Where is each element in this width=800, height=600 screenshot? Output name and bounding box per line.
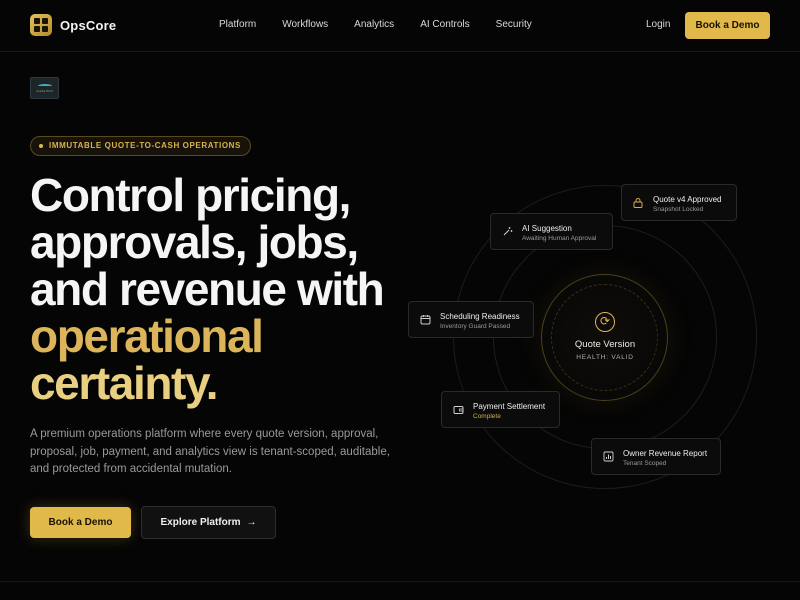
book-demo-button[interactable]: Book a Demo xyxy=(30,507,131,538)
bar-chart-icon xyxy=(602,451,614,463)
headline-line-5: certainty. xyxy=(30,357,219,409)
card-ai-suggestion[interactable]: AI Suggestion Awaiting Human Approval xyxy=(490,213,613,250)
core-status: HEALTH: VALID xyxy=(576,354,634,361)
core-dashed-ring xyxy=(551,284,658,391)
headline-line-3: and revenue with xyxy=(30,263,385,315)
headline-line-1: Control pricing, xyxy=(30,169,351,221)
nav-link-security[interactable]: Security xyxy=(496,19,532,30)
login-link[interactable]: Login xyxy=(646,19,670,30)
nav-link-ai-controls[interactable]: AI Controls xyxy=(420,19,469,30)
card-subtitle: Inventory Guard Passed xyxy=(440,323,511,330)
headline-line-2: approvals, jobs, xyxy=(30,216,359,268)
refresh-icon: ⟳ xyxy=(595,312,615,332)
brand-logo-icon xyxy=(30,14,52,36)
card-subtitle: Snapshot Locked xyxy=(653,206,704,213)
wallet-icon xyxy=(452,404,464,416)
nav-link-platform[interactable]: Platform xyxy=(219,19,256,30)
section-divider xyxy=(0,581,800,582)
quote-pilot-badge-image: Quote Pilot xyxy=(30,77,59,99)
card-subtitle: Complete xyxy=(473,413,501,420)
card-title: Quote v4 Approved xyxy=(653,195,722,204)
card-title: Payment Settlement xyxy=(473,402,546,411)
brand-name: OpsCore xyxy=(60,17,117,33)
card-owner-revenue-report[interactable]: Owner Revenue Report Tenant Scoped xyxy=(591,438,721,475)
lock-icon xyxy=(632,197,644,209)
card-title: Owner Revenue Report xyxy=(623,449,708,458)
nav-link-analytics[interactable]: Analytics xyxy=(354,19,394,30)
card-title: AI Suggestion xyxy=(522,224,572,233)
headline-line-4: operational xyxy=(30,310,264,362)
badge-caption: Quote Pilot xyxy=(36,88,53,93)
arrow-right-icon: → xyxy=(246,517,257,528)
book-demo-nav-button[interactable]: Book a Demo xyxy=(685,12,770,39)
explore-platform-button[interactable]: Explore Platform → xyxy=(141,506,276,539)
nav-link-workflows[interactable]: Workflows xyxy=(282,19,328,30)
card-scheduling-readiness[interactable]: Scheduling Readiness Inventory Guard Pas… xyxy=(408,301,534,338)
hero-description: A premium operations platform where ever… xyxy=(30,428,390,475)
card-subtitle: Tenant Scoped xyxy=(623,460,667,467)
card-subtitle: Awaiting Human Approval xyxy=(522,235,597,242)
sparkle-icon xyxy=(501,226,513,238)
top-nav: OpsCore Platform Workflows Analytics AI … xyxy=(0,0,800,52)
card-title: Scheduling Readiness xyxy=(440,312,520,321)
brand[interactable]: OpsCore xyxy=(30,14,116,36)
card-payment-settlement[interactable]: Payment Settlement Complete xyxy=(441,391,560,428)
core-title: Quote Version xyxy=(574,339,636,350)
hero-headline: Control pricing, approvals, jobs, and re… xyxy=(30,172,410,407)
card-quote-approved[interactable]: Quote v4 Approved Snapshot Locked xyxy=(621,184,737,221)
hero-eyebrow-pill: IMMUTABLE QUOTE-TO-CASH OPERATIONS xyxy=(30,136,251,156)
calendar-icon xyxy=(419,314,431,326)
nav-links: Platform Workflows Analytics AI Controls… xyxy=(219,19,532,30)
explore-platform-label: Explore Platform xyxy=(160,517,241,528)
